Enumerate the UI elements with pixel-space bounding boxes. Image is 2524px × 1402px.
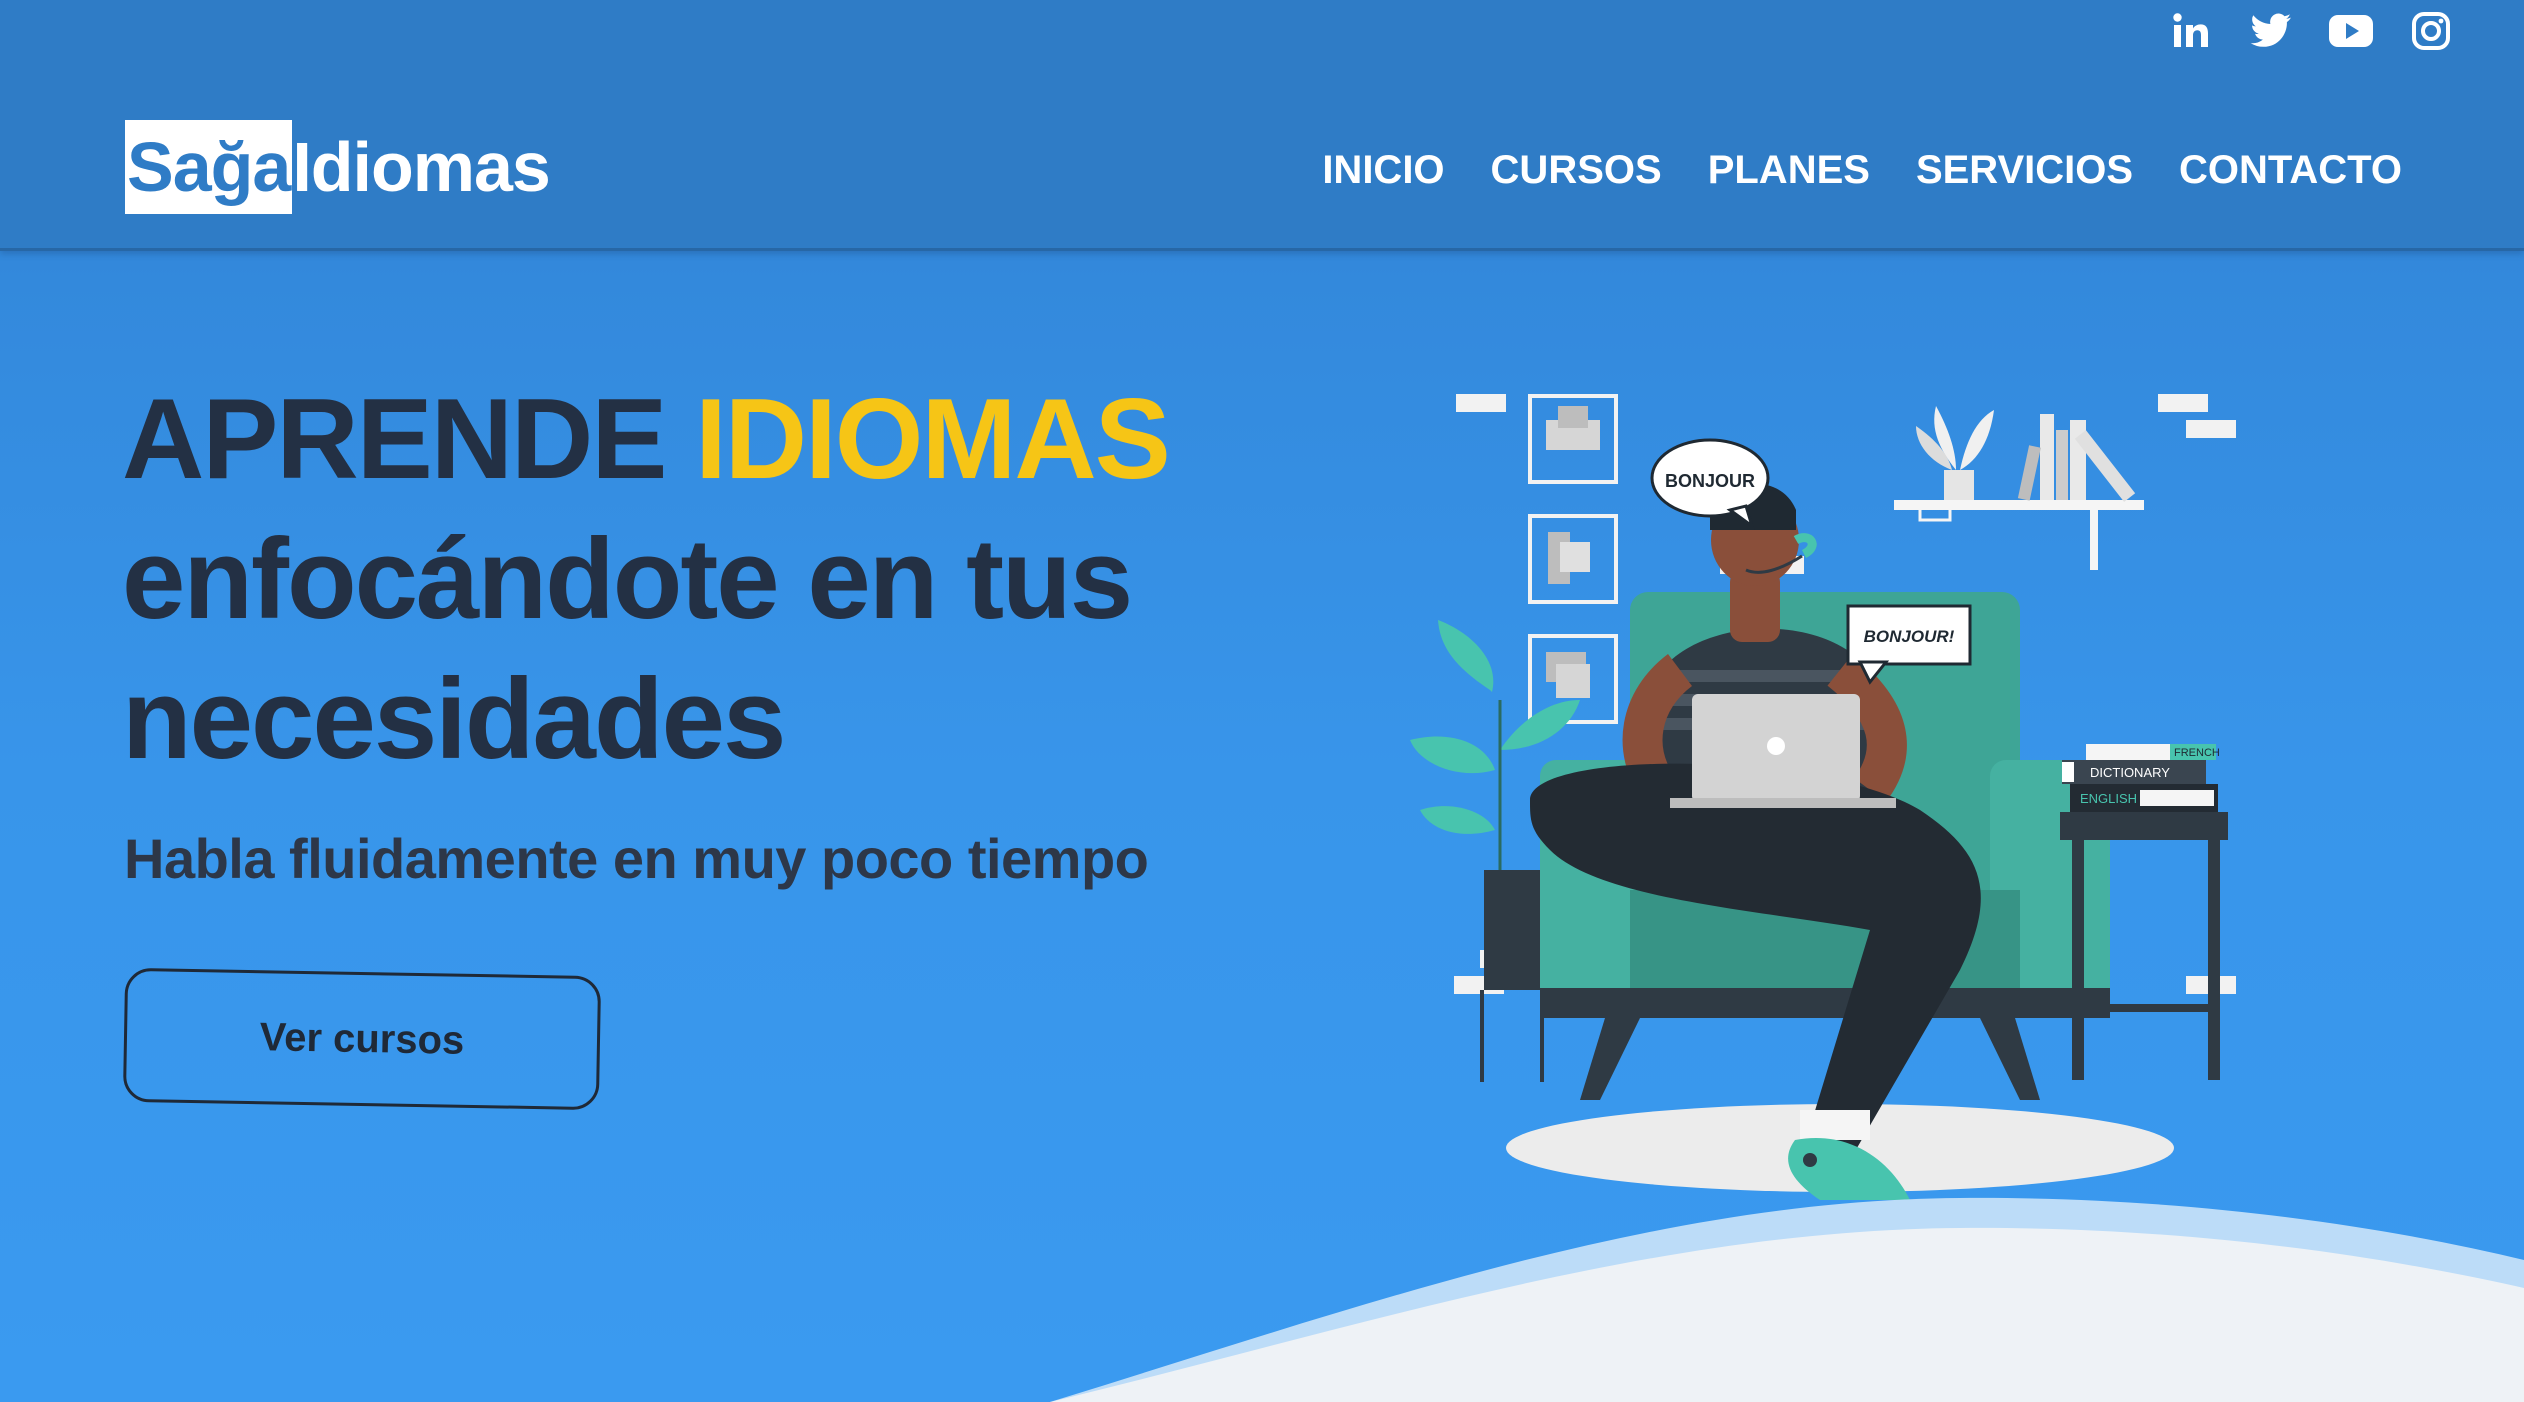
nav-inicio[interactable]: INICIO [1322, 140, 1444, 200]
instagram-icon[interactable] [2408, 8, 2454, 54]
site-header: Sağa Idiomas INICIO CURSOS PLANES SERVICI… [0, 0, 2524, 251]
nav-servicios[interactable]: SERVICIOS [1916, 140, 2133, 200]
logo-highlight: Sağa [125, 120, 293, 214]
twitter-icon[interactable] [2248, 8, 2294, 54]
landing-page: Sağa Idiomas INICIO CURSOS PLANES SERVICI… [0, 0, 2524, 1402]
hero-title-accent: IDIOMAS [695, 376, 1171, 503]
hero-subtitle: Habla fluidamente en muy poco tiempo [124, 827, 1149, 890]
nav-planes[interactable]: PLANES [1708, 140, 1870, 200]
bubble-right-text: BONJOUR! [1864, 627, 1955, 646]
ver-cursos-button[interactable]: Ver cursos [122, 967, 602, 1111]
nav-cursos[interactable]: CURSOS [1491, 140, 1662, 200]
social-links [2168, 8, 2454, 54]
nav-contacto[interactable]: CONTACTO [2179, 140, 2402, 200]
student-illustration: BONJOUR BONJOUR! ENGLISH DICTIONARY FREN… [1410, 394, 2236, 1200]
youtube-icon[interactable] [2328, 8, 2374, 54]
site-logo[interactable]: Sağa Idiomas [125, 120, 551, 214]
book-top-text: FRENCH [2174, 747, 2220, 759]
book-middle-text: DICTIONARY [2090, 765, 2170, 780]
book-bottom-text: ENGLISH [2080, 791, 2137, 806]
bottom-wave [1050, 1197, 2524, 1402]
linkedin-icon[interactable] [2168, 8, 2214, 54]
bubble-left-text: BONJOUR [1665, 471, 1755, 491]
logo-text: Idiomas [292, 128, 551, 206]
hero-title-part2: enfocándote en tus necesidades [122, 516, 1133, 783]
hero-title: APRENDE IDIOMAS enfocándote en tus necesi… [122, 370, 1322, 790]
main-nav: INICIO CURSOS PLANES SERVICIOS CONTACTO [1322, 140, 2402, 200]
hero-title-part1: APRENDE [122, 376, 696, 503]
